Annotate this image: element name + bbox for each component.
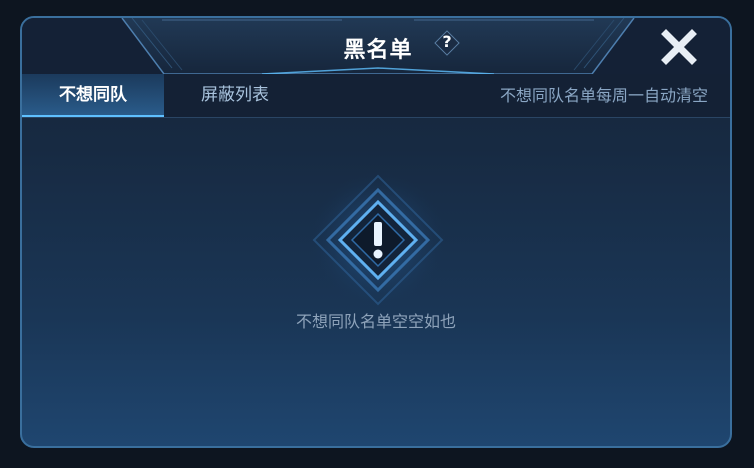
- weekly-reset-note: 不想同队名单每周一自动清空: [499, 86, 708, 105]
- close-button[interactable]: [658, 26, 700, 68]
- blacklist-dialog: 黑名单 ? 不想同队 屏蔽列表 不想同队名单每周一自动清空 不想同队名单空空如也: [20, 16, 732, 448]
- close-x-icon: [661, 29, 697, 65]
- dialog-title: 黑名单: [343, 38, 413, 63]
- tab-bar: 不想同队 屏蔽列表 不想同队名单每周一自动清空: [22, 74, 730, 118]
- empty-state-message: 不想同队名单空空如也: [295, 312, 456, 331]
- help-button[interactable]: ?: [434, 30, 460, 56]
- tab-not-teammates[interactable]: 不想同队: [22, 74, 164, 117]
- game-screen: 黑名单 ? 不想同队 屏蔽列表 不想同队名单每周一自动清空 不想同队名单空空如也: [0, 0, 754, 468]
- warning-diamond-icon: [310, 172, 446, 308]
- tab-block-list[interactable]: 屏蔽列表: [164, 74, 306, 117]
- question-mark-icon: ?: [442, 32, 452, 51]
